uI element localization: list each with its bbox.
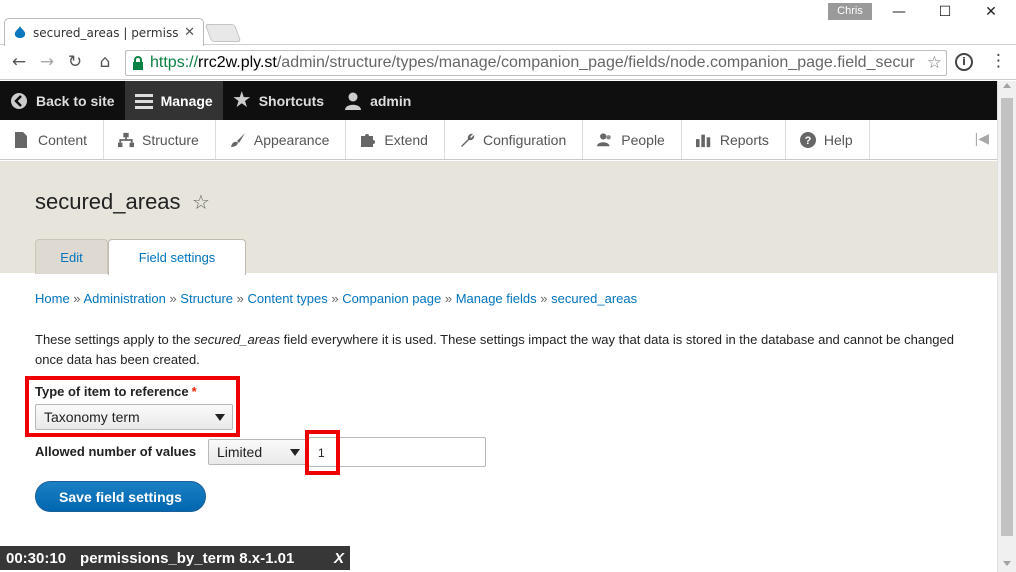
tab-field-settings[interactable]: Field settings bbox=[108, 239, 246, 275]
forward-arrow-icon[interactable]: → bbox=[36, 52, 58, 72]
maximize-icon[interactable]: ☐ bbox=[922, 4, 968, 20]
cardinality-select[interactable]: Limited bbox=[208, 439, 308, 465]
profile-badge[interactable]: Chris bbox=[828, 3, 872, 20]
collapse-tray-icon[interactable]: |◀ bbox=[975, 130, 989, 147]
tray-label: Content bbox=[38, 131, 88, 148]
vertical-scrollbar[interactable] bbox=[997, 81, 1016, 572]
browser-toolbar: ← → ↻ ⌂ https://rrc2w.ply.st/admin/struc… bbox=[0, 46, 1016, 80]
breadcrumb-link[interactable]: Manage fields bbox=[456, 291, 537, 306]
breadcrumb-link[interactable]: Content types bbox=[248, 291, 328, 306]
cardinality-select-value: Limited bbox=[217, 444, 263, 460]
shortcuts-label: Shortcuts bbox=[258, 92, 325, 109]
user-tab[interactable]: admin bbox=[334, 81, 421, 120]
hamburger-icon bbox=[134, 92, 153, 110]
page-title: secured_areas bbox=[35, 189, 181, 214]
new-tab-button[interactable] bbox=[204, 24, 242, 42]
overlay-time: 00:30:10 bbox=[6, 549, 67, 567]
overlay-text: permissions_by_term 8.x-1.01 bbox=[80, 549, 295, 567]
tray-label: Reports bbox=[719, 131, 769, 148]
save-field-settings-button[interactable]: Save field settings bbox=[35, 481, 206, 512]
back-arrow-icon[interactable]: ← bbox=[8, 52, 30, 72]
address-bar[interactable]: https://rrc2w.ply.st/admin/structure/typ… bbox=[125, 50, 947, 76]
admin-toolbar: Back to site Manage ★ Shortcuts admin bbox=[0, 81, 997, 120]
people-icon bbox=[597, 132, 613, 148]
info-icon[interactable]: i bbox=[955, 53, 973, 71]
chevron-left-circle-icon bbox=[10, 92, 28, 110]
video-overlay: 00:30:10 permissions_by_term 8.x-1.01 X bbox=[0, 546, 350, 570]
shortcuts-tab[interactable]: ★ Shortcuts bbox=[223, 81, 334, 120]
user-icon bbox=[344, 92, 362, 110]
user-label: admin bbox=[370, 92, 412, 109]
dropdown-caret-icon bbox=[290, 449, 300, 456]
reload-icon[interactable]: ↻ bbox=[64, 52, 86, 72]
description-field-name: secured_areas bbox=[193, 332, 280, 347]
help-icon: ? bbox=[799, 131, 816, 148]
field-description: These settings apply to the secured_area… bbox=[35, 330, 970, 370]
tray-item-structure[interactable]: Structure bbox=[104, 120, 216, 159]
home-icon[interactable]: ⌂ bbox=[94, 52, 116, 72]
tray-item-extend[interactable]: Extend bbox=[346, 120, 445, 159]
tray-label: Structure bbox=[142, 131, 199, 148]
description-text: These settings apply to the bbox=[35, 332, 194, 347]
tray-label: Extend bbox=[384, 131, 428, 148]
file-icon bbox=[14, 131, 30, 148]
favorite-star-icon[interactable]: ☆ bbox=[192, 190, 210, 214]
tray-item-content[interactable]: Content bbox=[0, 120, 105, 159]
bar-chart-icon bbox=[695, 132, 712, 148]
highlight-box-number bbox=[305, 430, 340, 475]
paintbrush-icon bbox=[230, 132, 246, 148]
highlight-box-type bbox=[25, 376, 240, 437]
drupal-favicon-icon bbox=[13, 25, 27, 40]
tray-label: People bbox=[621, 131, 665, 148]
minimize-icon[interactable]: — bbox=[876, 4, 922, 20]
breadcrumb-link[interactable]: Administration bbox=[83, 291, 165, 306]
tray-label: Appearance bbox=[253, 131, 330, 148]
breadcrumb: Home » Administration » Structure » Cont… bbox=[35, 291, 638, 306]
breadcrumb-link[interactable]: Companion page bbox=[342, 291, 441, 306]
url-scheme: https:// bbox=[150, 54, 199, 71]
manage-tab[interactable]: Manage bbox=[124, 81, 223, 120]
lock-icon bbox=[132, 56, 144, 70]
back-to-site-link[interactable]: Back to site bbox=[0, 81, 125, 120]
tray-label: Help bbox=[823, 131, 853, 148]
breadcrumb-link[interactable]: secured_areas bbox=[551, 291, 637, 306]
star-icon: ★ bbox=[233, 90, 251, 111]
scroll-down-icon[interactable] bbox=[1003, 561, 1011, 566]
sitemap-icon bbox=[118, 132, 135, 148]
manage-label: Manage bbox=[160, 92, 213, 109]
back-to-site-label: Back to site bbox=[36, 92, 115, 109]
puzzle-icon bbox=[360, 132, 376, 148]
page-header: secured_areas ☆ Edit Field settings bbox=[0, 161, 997, 275]
scroll-thumb[interactable] bbox=[1001, 98, 1013, 536]
close-tab-icon[interactable]: ✕ bbox=[184, 25, 195, 40]
overlay-close-icon[interactable]: X bbox=[334, 550, 344, 567]
menu-icon[interactable]: ⋮ bbox=[990, 51, 1007, 71]
url-host: rrc2w.ply.st bbox=[198, 54, 277, 71]
tray-item-appearance[interactable]: Appearance bbox=[216, 120, 347, 159]
browser-tab-title: secured_areas | permissio bbox=[33, 25, 179, 40]
allowed-label: Allowed number of values bbox=[35, 444, 197, 459]
bookmark-star-icon[interactable]: ☆ bbox=[924, 53, 942, 73]
breadcrumb-link[interactable]: Structure bbox=[180, 291, 233, 306]
close-window-icon[interactable]: ✕ bbox=[968, 4, 1014, 20]
tray-label: Configuration bbox=[482, 131, 567, 148]
tray-item-people[interactable]: People bbox=[583, 120, 682, 159]
tray-item-reports[interactable]: Reports bbox=[682, 120, 786, 159]
browser-tab[interactable]: secured_areas | permissio ✕ bbox=[4, 18, 204, 46]
admin-tray: Content Structure Appearance Extend Conf… bbox=[0, 120, 997, 160]
svg-text:?: ? bbox=[805, 135, 812, 147]
wrench-icon bbox=[459, 132, 475, 148]
tray-item-help[interactable]: ? Help bbox=[786, 120, 870, 159]
browser-tabstrip: secured_areas | permissio ✕ Chris — ☐ ✕ bbox=[0, 0, 1016, 46]
breadcrumb-link[interactable]: Home bbox=[35, 291, 70, 306]
tab-edit[interactable]: Edit bbox=[35, 239, 108, 274]
url-path: /admin/structure/types/manage/companion_… bbox=[276, 54, 915, 71]
scroll-up-icon[interactable] bbox=[1003, 83, 1011, 88]
tray-item-configuration[interactable]: Configuration bbox=[445, 120, 584, 159]
